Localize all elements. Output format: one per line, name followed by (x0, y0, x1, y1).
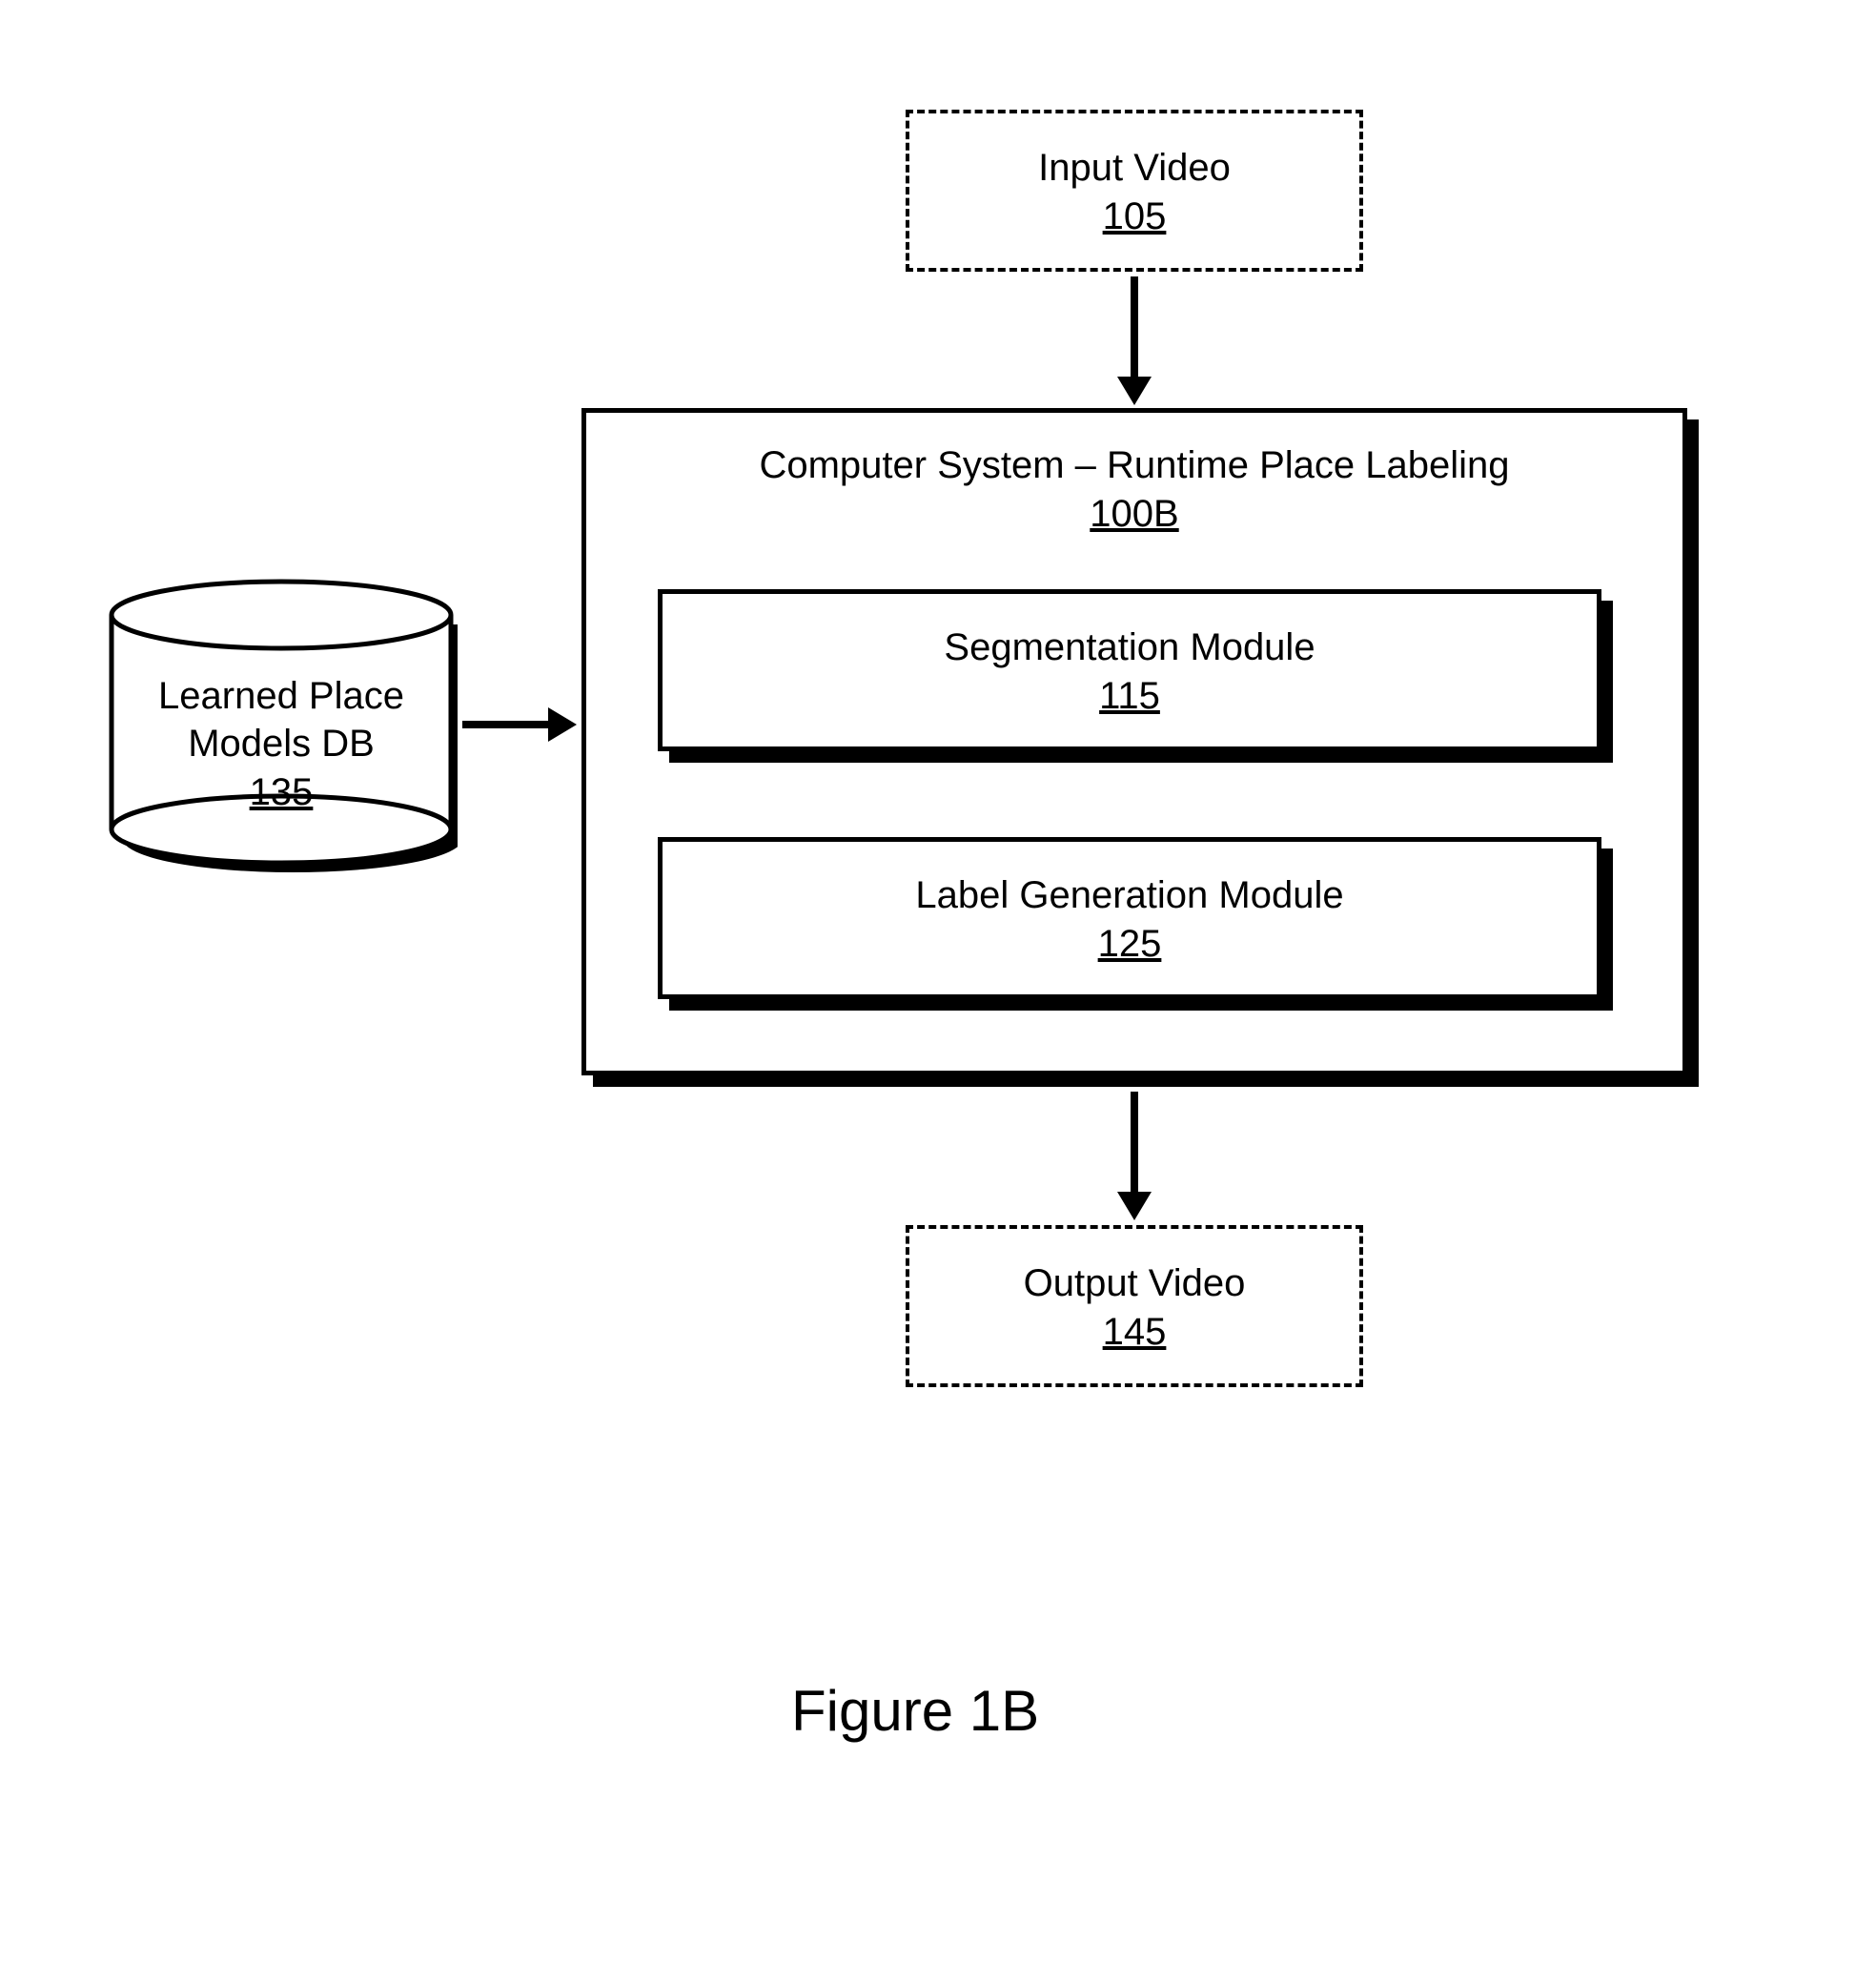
arrow-input-to-system (1131, 276, 1138, 381)
input-video-ref: 105 (1103, 195, 1167, 238)
labelgen-module-label: Label Generation Module (915, 871, 1343, 919)
output-video-ref: 145 (1103, 1311, 1167, 1354)
system-label: Computer System – Runtime Place Labeling (586, 441, 1682, 489)
arrow-db-to-system-head (548, 707, 577, 742)
output-video-box: Output Video 145 (906, 1225, 1363, 1387)
db-ref: 135 (250, 771, 314, 814)
db-label-line2: Models DB (105, 720, 458, 767)
segmentation-module-ref: 115 (1099, 675, 1160, 718)
system-ref: 100B (1090, 493, 1178, 536)
figure-caption: Figure 1B (791, 1678, 1039, 1744)
labelgen-module-ref: 125 (1098, 923, 1162, 966)
diagram-canvas: Input Video 105 Computer System – Runtim… (0, 0, 1876, 1963)
arrow-db-to-system (462, 721, 553, 728)
segmentation-module-box: Segmentation Module 115 (658, 589, 1601, 751)
arrow-system-to-output (1131, 1092, 1138, 1196)
learned-models-db: Learned Place Models DB 135 (105, 572, 458, 877)
input-video-box: Input Video 105 (906, 110, 1363, 272)
db-label-line1: Learned Place (105, 672, 458, 720)
input-video-label: Input Video (1038, 144, 1231, 192)
arrow-input-to-system-head (1117, 377, 1152, 405)
segmentation-module-label: Segmentation Module (944, 624, 1315, 671)
arrow-system-to-output-head (1117, 1192, 1152, 1220)
labelgen-module-box: Label Generation Module 125 (658, 837, 1601, 999)
system-box: Computer System – Runtime Place Labeling… (581, 408, 1687, 1075)
output-video-label: Output Video (1024, 1259, 1246, 1307)
